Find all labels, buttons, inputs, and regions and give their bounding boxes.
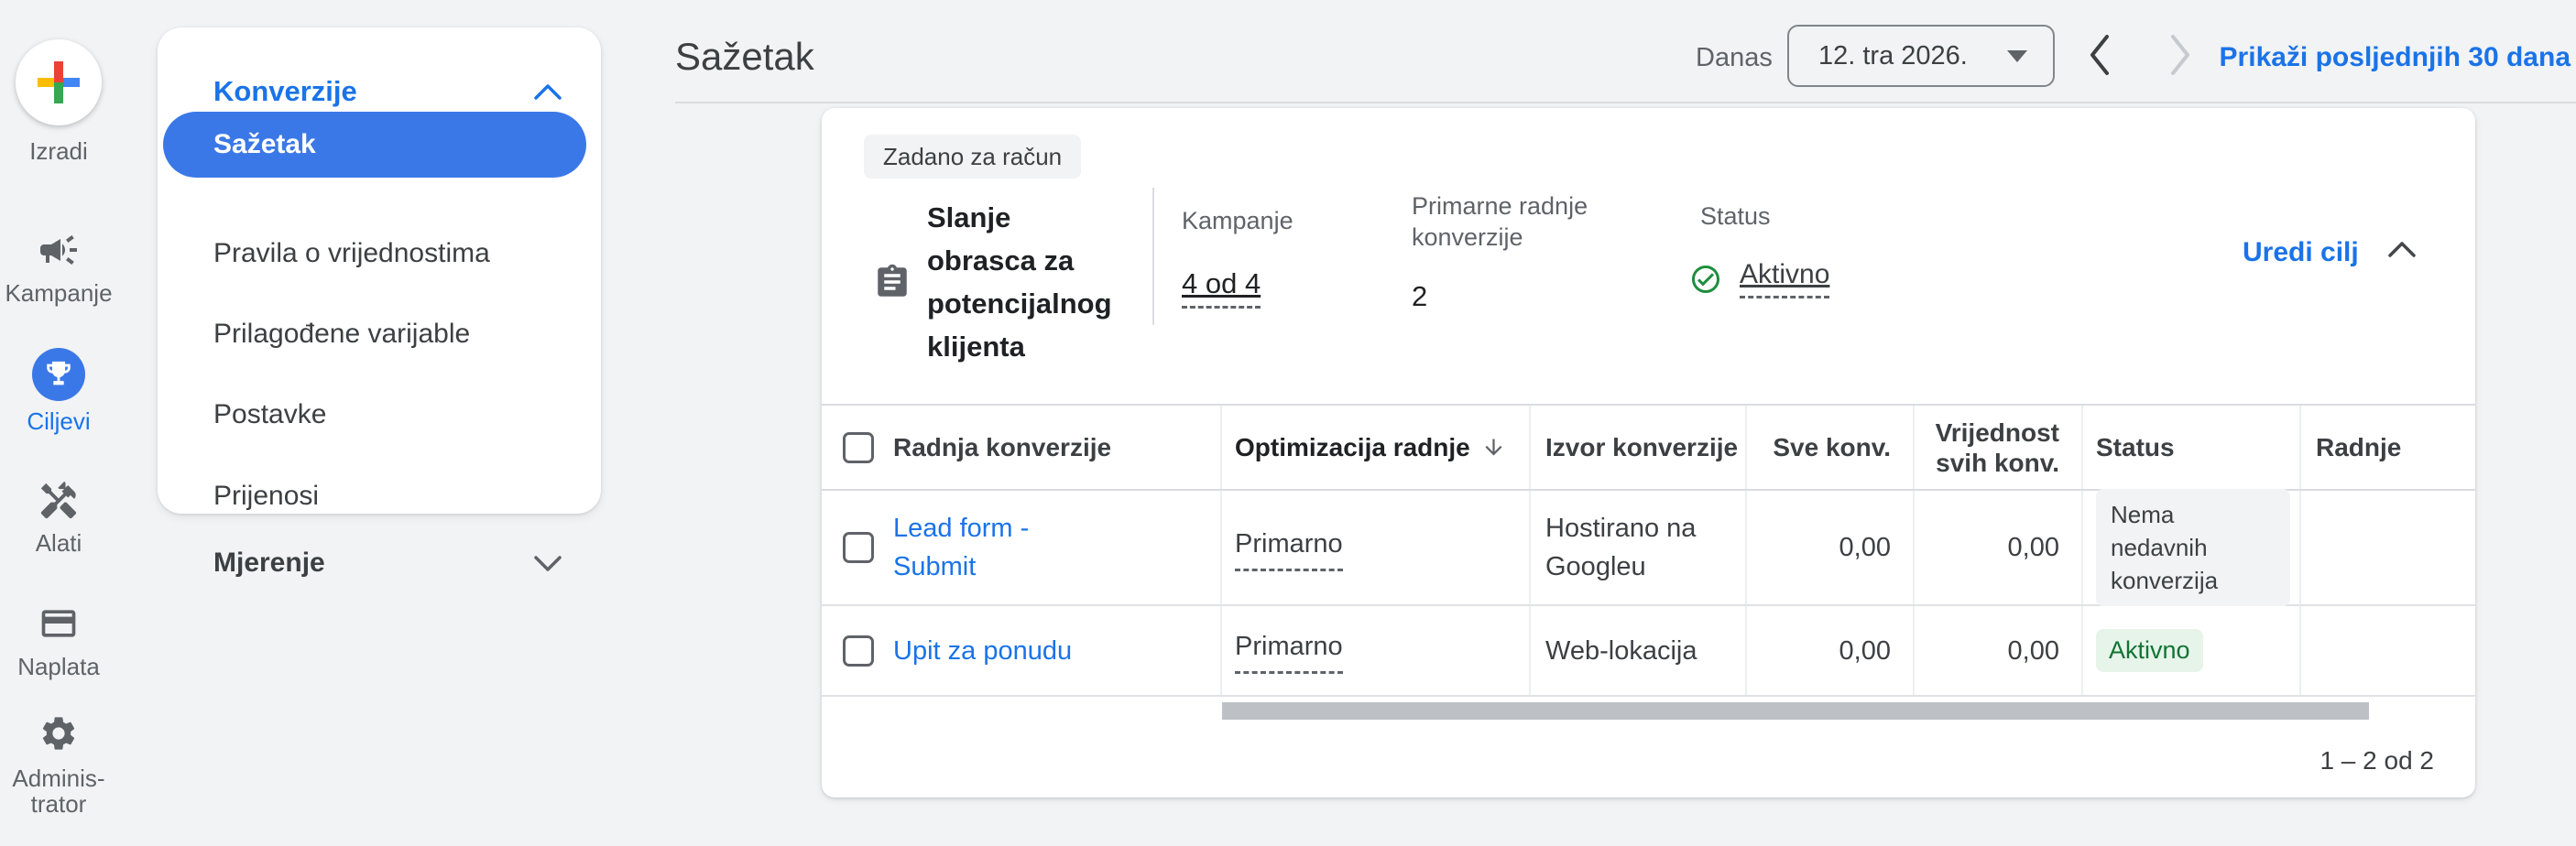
optimization-value[interactable]: Primarno: [1235, 627, 1343, 674]
subnav-section-konverzije[interactable]: Konverzije: [213, 75, 357, 108]
rail-item-kampanje[interactable]: Kampanje: [0, 228, 117, 306]
tools-icon: [40, 481, 77, 519]
row-checkbox[interactable]: [843, 532, 874, 563]
campaigns-label: Kampanje: [1182, 207, 1293, 234]
edit-goal-link[interactable]: Uredi cilj: [2243, 237, 2359, 268]
collapse-goal-chevron-icon[interactable]: [2386, 240, 2418, 258]
chevron-down-icon: [533, 555, 562, 572]
row-actions-cell: [2301, 491, 2475, 604]
table-header-row: Radnja konverzije Optimizacija radnje Iz…: [822, 404, 2475, 491]
primary-actions-label-line1: Primarne radnje: [1412, 192, 1588, 220]
rail-item-alati[interactable]: Alati: [0, 480, 117, 556]
conversion-goal-card: Zadano za račun Slanje obrasca za potenc…: [822, 108, 2475, 797]
subnav-item-prijenosi[interactable]: Prijenosi: [213, 481, 319, 512]
date-range-label: Danas: [1696, 43, 1773, 72]
column-header-vrijednost-svih-konv[interactable]: Vrijednost svih konv.: [1915, 406, 2083, 489]
subnav-item-label: Sažetak: [213, 129, 316, 159]
rail-label-naplata: Naplata: [17, 653, 100, 680]
credit-card-icon: [41, 610, 76, 637]
column-header-radnje[interactable]: Radnje: [2301, 406, 2475, 489]
conversion-actions-table: Radnja konverzije Optimizacija radnje Iz…: [822, 404, 2475, 697]
status-label: Status: [1700, 202, 1771, 230]
chevron-up-icon[interactable]: [533, 83, 562, 101]
sort-descending-icon: [1481, 435, 1506, 460]
all-conversions-worth-value: 0,00: [2007, 533, 2059, 562]
status-value[interactable]: Aktivno: [1740, 259, 1830, 298]
date-selector-value: 12. tra 2026.: [1818, 40, 1968, 70]
rail-label-administrator: Adminis- trator: [12, 765, 105, 818]
source-value: Hostirano na Googleu: [1545, 514, 1697, 581]
select-all-checkbox[interactable]: [843, 431, 874, 463]
status-badge-active: Aktivno: [2096, 629, 2203, 672]
subnav-item-pravila-o-vrijednostima[interactable]: Pravila o vrijednostima: [213, 238, 490, 269]
source-value: Web-lokacija: [1545, 635, 1697, 666]
rail-item-naplata[interactable]: Naplata: [0, 603, 117, 679]
rail-label-kampanje: Kampanje: [5, 279, 113, 307]
rail-item-ciljevi[interactable]: Ciljevi: [0, 348, 117, 434]
table-row: Lead form - Submit Primarno Hostirano na…: [822, 489, 2475, 606]
column-header-optimizacija-radnje[interactable]: Optimizacija radnje: [1222, 406, 1531, 489]
show-last-30-days-link[interactable]: Prikaži posljednjih 30 dana: [2220, 42, 2571, 73]
previous-date-button[interactable]: [2087, 33, 2112, 77]
column-header-sve-konv[interactable]: Sve konv.: [1747, 406, 1915, 489]
create-button[interactable]: Izradi: [0, 39, 117, 164]
trophy-icon: [47, 361, 71, 385]
next-date-button-disabled[interactable]: [2167, 33, 2193, 77]
conversion-action-link[interactable]: Upit za ponudu: [893, 632, 1072, 670]
status-badge: Nema nedavnih konverzija: [2096, 489, 2290, 606]
horizontal-scrollbar-thumb[interactable]: [1222, 702, 2369, 720]
campaigns-value[interactable]: 4 od 4: [1182, 267, 1261, 309]
goal-divider: [1152, 188, 1154, 325]
optimization-value[interactable]: Primarno: [1235, 525, 1343, 571]
rail-label-izradi: Izradi: [29, 137, 88, 165]
gear-icon: [42, 717, 75, 750]
status-check-icon: [1692, 265, 1719, 293]
goal-title: Slanje obrasca za potencijalnog klijenta: [927, 201, 1112, 363]
column-header-radnja-konverzije[interactable]: Radnja konverzije: [822, 406, 1222, 489]
megaphone-icon: [40, 235, 77, 265]
date-selector[interactable]: 12. tra 2026.: [1787, 25, 2055, 87]
goal-metric-primary-actions: Primarne radnje konverzije 2: [1412, 190, 1677, 313]
conversions-subnav-panel: Konverzije Sažetak Pravila o vrijednosti…: [158, 27, 601, 514]
goal-metric-campaigns: Kampanje 4 od 4: [1182, 205, 1293, 309]
primary-actions-value: 2: [1412, 280, 1428, 312]
account-default-badge: Zadano za račun: [864, 135, 1082, 179]
column-header-status[interactable]: Status: [2083, 406, 2301, 489]
pagination-label: 1 – 2 od 2: [2319, 746, 2434, 775]
all-conversions-value: 0,00: [1839, 635, 1891, 666]
subnav-item-sazetak[interactable]: Sažetak: [163, 112, 586, 178]
subnav-section-mjerenje[interactable]: Mjerenje: [158, 535, 601, 591]
column-header-izvor-konverzije[interactable]: Izvor konverzije: [1531, 406, 1747, 489]
goal-clipboard-icon: [873, 262, 911, 302]
subnav-item-postavke[interactable]: Postavke: [213, 399, 326, 430]
all-conversions-value: 0,00: [1839, 533, 1891, 562]
row-actions-cell: [2301, 606, 2475, 695]
row-checkbox[interactable]: [843, 634, 874, 667]
table-row: Upit za ponudu Primarno Web-lokacija 0,0…: [822, 606, 2475, 697]
goal-metric-status: Status Aktivno: [1689, 201, 1830, 298]
rail-item-administrator[interactable]: Adminis- trator: [0, 713, 117, 817]
primary-actions-label-line2: konverzije: [1412, 223, 1523, 251]
subnav-item-prilagodene-varijable[interactable]: Prilagođene varijable: [213, 319, 470, 350]
subnav-section-label: Mjerenje: [213, 548, 325, 578]
rail-label-ciljevi: Ciljevi: [27, 407, 91, 435]
conversion-action-link[interactable]: Lead form - Submit: [893, 509, 1118, 586]
rail-label-alati: Alati: [35, 529, 82, 557]
page-title: Sažetak: [675, 35, 814, 78]
header-divider: [675, 102, 2576, 103]
create-plus-icon: [16, 39, 102, 125]
all-conversions-worth-value: 0,00: [2007, 635, 2059, 666]
dropdown-caret-icon: [2007, 49, 2027, 62]
